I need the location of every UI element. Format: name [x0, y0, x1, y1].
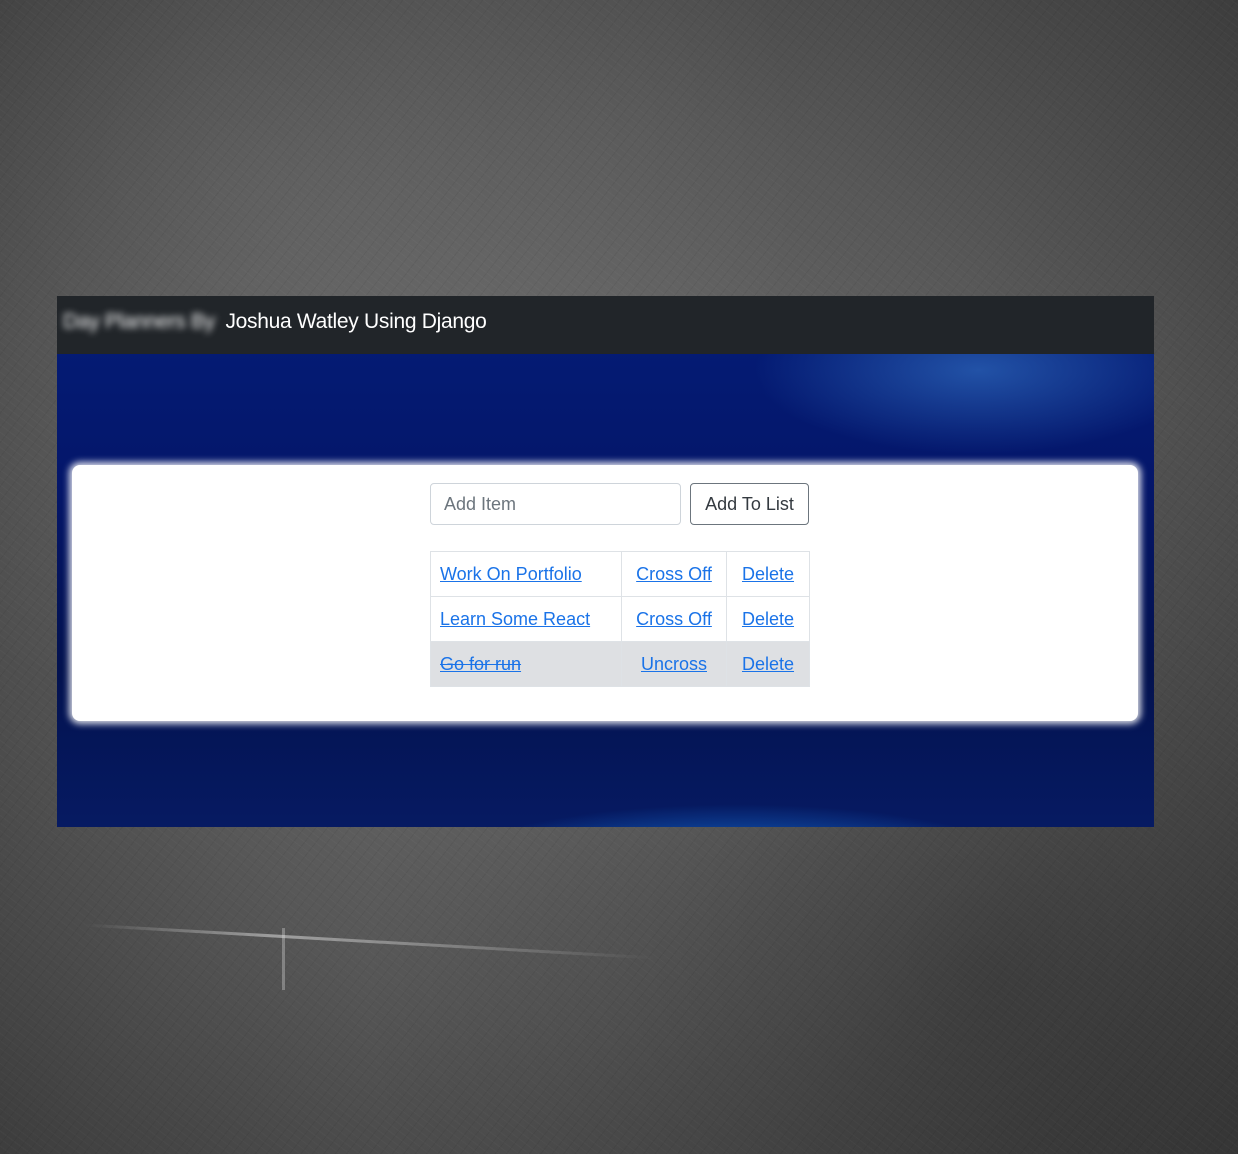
- todo-toggle-cell: Uncross: [621, 641, 727, 687]
- todo-delete-cell: Delete: [726, 551, 810, 597]
- add-to-list-button[interactable]: Add To List: [690, 483, 809, 525]
- cross-off-link[interactable]: Cross Off: [636, 564, 712, 584]
- todo-table: Work On Portfolio Cross Off Delete Learn…: [430, 551, 810, 687]
- todo-row-completed: Go for run Uncross Delete: [430, 641, 810, 687]
- navbar-brand[interactable]: Day Planners By Joshua Watley Using Djan…: [63, 310, 487, 334]
- todo-item-cell: Learn Some React: [430, 596, 622, 642]
- uncross-link[interactable]: Uncross: [641, 654, 707, 674]
- todo-item-link[interactable]: Learn Some React: [440, 609, 590, 629]
- app-window: Day Planners By Joshua Watley Using Djan…: [57, 296, 1154, 827]
- todo-toggle-cell: Cross Off: [621, 596, 727, 642]
- todo-toggle-cell: Cross Off: [621, 551, 727, 597]
- todo-row: Work On Portfolio Cross Off Delete: [430, 551, 810, 597]
- todo-item-cell: Go for run: [430, 641, 622, 687]
- navbar: Day Planners By Joshua Watley Using Djan…: [57, 296, 1154, 354]
- add-item-form: Add To List: [430, 483, 809, 525]
- todo-delete-cell: Delete: [726, 596, 810, 642]
- delete-link[interactable]: Delete: [742, 654, 794, 674]
- todo-item-link[interactable]: Work On Portfolio: [440, 564, 582, 584]
- background-scratch: [282, 928, 285, 990]
- add-item-input[interactable]: [430, 483, 681, 525]
- delete-link[interactable]: Delete: [742, 609, 794, 629]
- brand-text: Joshua Watley Using Django: [225, 310, 487, 333]
- background-scratch: [85, 923, 655, 960]
- todo-item-cell: Work On Portfolio: [430, 551, 622, 597]
- todo-row: Learn Some React Cross Off Delete: [430, 596, 810, 642]
- todo-card: Add To List Work On Portfolio Cross Off …: [72, 465, 1138, 721]
- cross-off-link[interactable]: Cross Off: [636, 609, 712, 629]
- todo-item-link[interactable]: Go for run: [440, 654, 521, 674]
- delete-link[interactable]: Delete: [742, 564, 794, 584]
- todo-delete-cell: Delete: [726, 641, 810, 687]
- brand-blurred-text: Day Planners By: [63, 310, 215, 333]
